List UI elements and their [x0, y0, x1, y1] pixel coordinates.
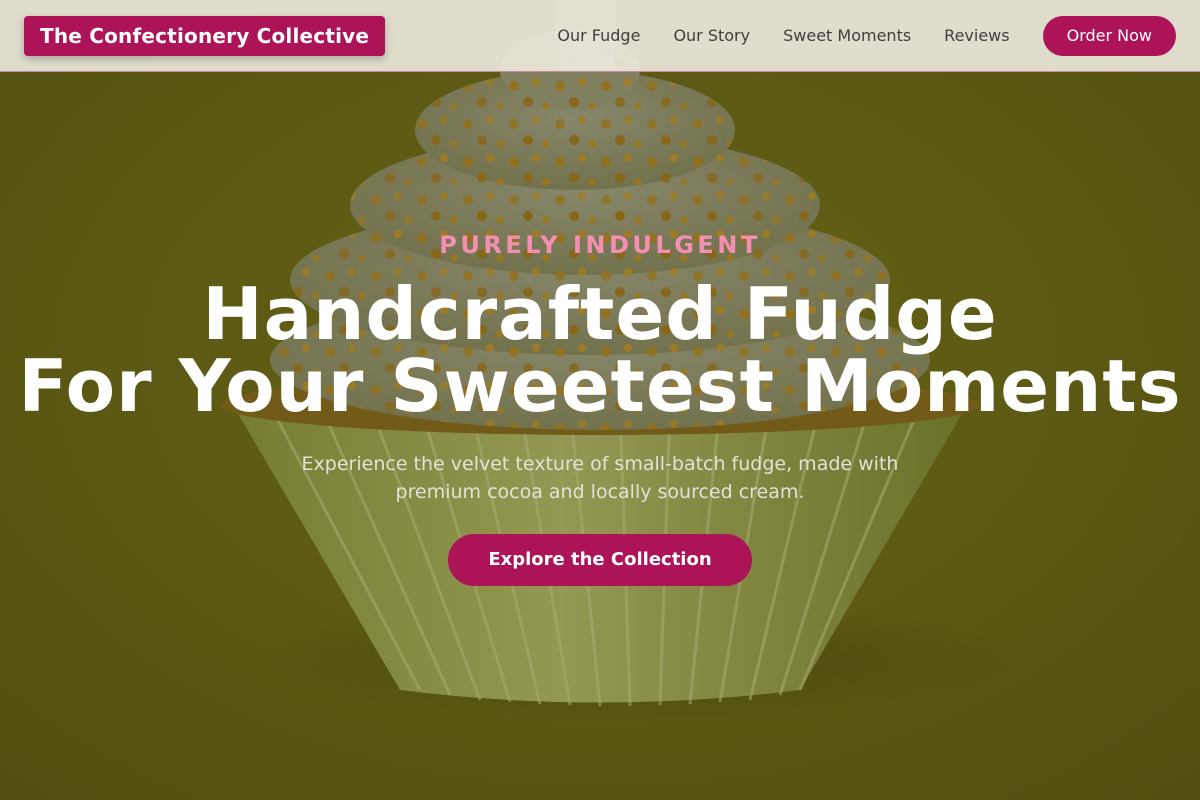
hero-section: PURELY INDULGENT Handcrafted Fudge For Y…	[0, 228, 1200, 586]
hero-subtext: Experience the velvet texture of small-b…	[301, 453, 899, 503]
hero-headline: Handcrafted Fudge For Your Sweetest Mome…	[0, 278, 1200, 422]
hero-headline-line-1: Handcrafted Fudge	[202, 272, 998, 356]
brand-logo[interactable]: The Confectionery Collective	[24, 15, 386, 56]
nav-links: Our Fudge Our Story Sweet Moments Review…	[557, 15, 1176, 56]
order-now-button[interactable]: Order Now	[1042, 15, 1176, 56]
nav-link-reviews[interactable]: Reviews	[944, 26, 1009, 45]
hero-headline-line-2: For Your Sweetest Moments	[18, 344, 1182, 428]
nav-link-sweet-moments[interactable]: Sweet Moments	[783, 26, 911, 45]
explore-collection-button[interactable]: Explore the Collection	[448, 534, 752, 586]
nav-link-our-fudge[interactable]: Our Fudge	[557, 26, 640, 45]
nav-link-our-story[interactable]: Our Story	[673, 26, 750, 45]
top-navbar: The Confectionery Collective Our Fudge O…	[0, 0, 1200, 72]
hero-eyebrow: PURELY INDULGENT	[439, 231, 761, 259]
